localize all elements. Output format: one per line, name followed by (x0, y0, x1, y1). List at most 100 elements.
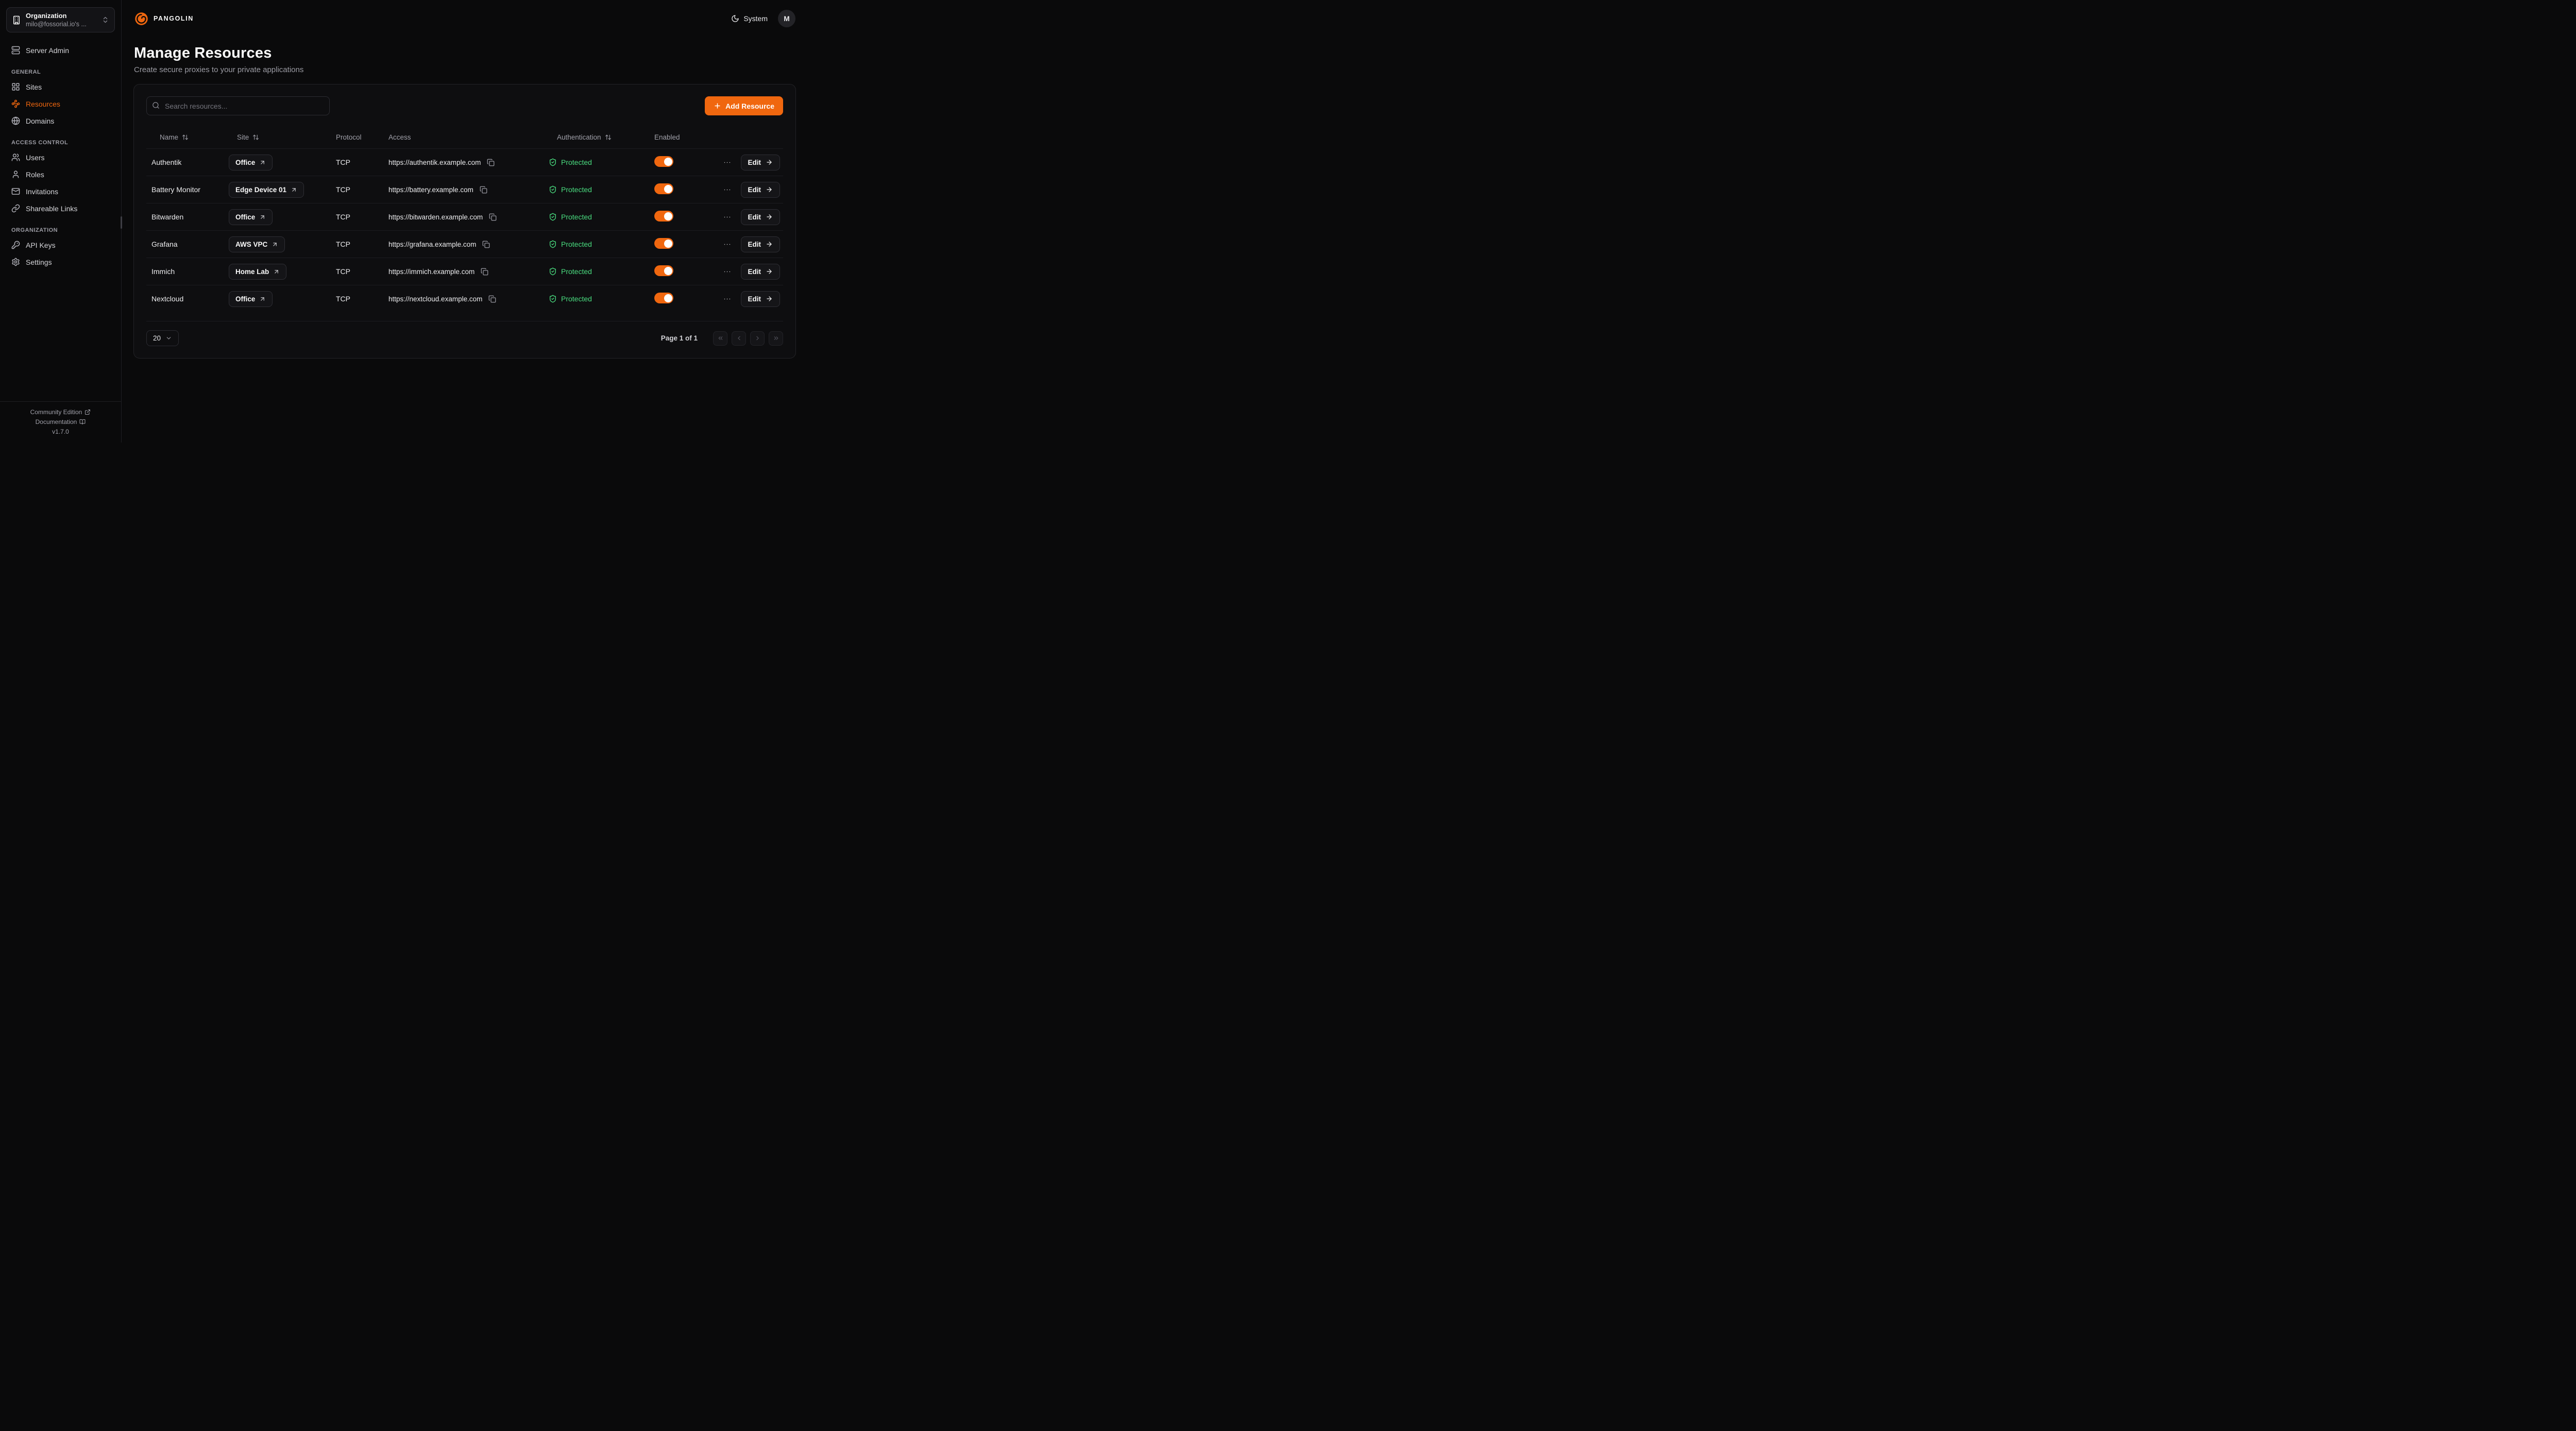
copy-url-button[interactable] (487, 294, 497, 304)
row-menu-button[interactable] (722, 239, 733, 250)
sidebar-resize-handle[interactable] (121, 216, 122, 229)
row-menu-button[interactable] (722, 157, 733, 168)
search-input[interactable] (146, 96, 330, 115)
edit-label: Edit (748, 241, 761, 248)
arrow-right-icon (766, 159, 773, 166)
site-label: AWS VPC (235, 241, 267, 248)
org-selector[interactable]: Organization milo@fossorial.io's ... (6, 7, 115, 32)
sidebar-item-sites[interactable]: Sites (6, 78, 115, 95)
row-menu-button[interactable] (722, 184, 733, 195)
auth-badge: Protected (549, 295, 654, 303)
sidebar-item-resources[interactable]: Resources (6, 95, 115, 112)
copy-url-button[interactable] (481, 240, 491, 249)
site-link-button[interactable]: Home Lab (229, 264, 286, 280)
protocol-value: TCP (336, 185, 388, 194)
site-link-button[interactable]: Office (229, 155, 273, 171)
copy-url-button[interactable] (479, 185, 488, 195)
shield-check-icon (549, 295, 557, 303)
add-resource-button[interactable]: Add Resource (705, 96, 783, 115)
row-menu-button[interactable] (722, 294, 733, 304)
gear-icon (11, 258, 20, 266)
pagination: Page 1 of 1 (661, 331, 783, 346)
column-label: Protocol (336, 133, 362, 141)
copy-url-button[interactable] (486, 158, 496, 167)
edit-button[interactable]: Edit (741, 264, 781, 280)
enabled-toggle[interactable] (654, 211, 673, 222)
chevron-right-icon (754, 335, 761, 342)
edit-button[interactable]: Edit (741, 209, 781, 225)
arrow-right-icon (766, 186, 773, 193)
page-header: Manage Resources Create secure proxies t… (122, 31, 808, 74)
table-header: Name Site Protocol Access Authentication (146, 126, 783, 148)
column-header-protocol: Protocol (336, 133, 388, 141)
sidebar-item-users[interactable]: Users (6, 149, 115, 166)
column-header-access: Access (388, 133, 549, 141)
sidebar-item-server-admin[interactable]: Server Admin (6, 42, 115, 59)
section-label-access-control: ACCESS CONTROL (11, 140, 110, 146)
column-label: Site (237, 133, 249, 141)
site-link-button[interactable]: Edge Device 01 (229, 182, 304, 198)
sidebar-item-label: Settings (26, 258, 52, 266)
page-size-select[interactable]: 20 (146, 330, 179, 346)
theme-toggle-button[interactable]: System (731, 14, 768, 23)
page-title: Manage Resources (134, 45, 795, 62)
access-url: https://battery.example.com (388, 186, 473, 194)
enabled-toggle[interactable] (654, 156, 673, 167)
sidebar-item-settings[interactable]: Settings (6, 253, 115, 270)
documentation-link[interactable]: Documentation (36, 418, 86, 425)
column-header-name[interactable]: Name (146, 133, 229, 141)
resource-name: Authentik (146, 158, 229, 166)
next-page-button[interactable] (750, 331, 765, 346)
sidebar-item-roles[interactable]: Roles (6, 166, 115, 183)
edit-button[interactable]: Edit (741, 182, 781, 198)
sidebar-item-label: Shareable Links (26, 205, 77, 213)
resource-name: Grafana (146, 240, 229, 248)
first-page-button[interactable] (713, 331, 727, 346)
building-icon (12, 15, 21, 25)
edit-button[interactable]: Edit (741, 155, 781, 171)
last-page-button[interactable] (769, 331, 783, 346)
globe-icon (11, 116, 20, 125)
enabled-toggle[interactable] (654, 293, 673, 303)
sidebar-item-invitations[interactable]: Invitations (6, 183, 115, 200)
key-icon (11, 241, 20, 249)
edit-button[interactable]: Edit (741, 291, 781, 307)
sidebar-item-domains[interactable]: Domains (6, 112, 115, 129)
enabled-toggle[interactable] (654, 265, 673, 276)
user-avatar[interactable]: M (778, 10, 795, 27)
documentation-label: Documentation (36, 418, 77, 425)
community-edition-link[interactable]: Community Edition (30, 408, 91, 416)
copy-url-button[interactable] (480, 267, 489, 277)
arrow-right-icon (766, 295, 773, 302)
site-link-button[interactable]: Office (229, 291, 273, 307)
copy-icon (488, 295, 496, 303)
app-root: Organization milo@fossorial.io's ... Ser… (0, 0, 808, 442)
column-header-site[interactable]: Site (229, 133, 336, 141)
sidebar-item-shareable-links[interactable]: Shareable Links (6, 200, 115, 217)
sidebar-item-label: Resources (26, 100, 60, 108)
book-icon (79, 419, 86, 425)
row-menu-button[interactable] (722, 212, 733, 223)
topbar-right: System M (731, 10, 795, 27)
site-link-button[interactable]: Office (229, 209, 273, 225)
copy-url-button[interactable] (488, 212, 498, 222)
arrow-up-right-icon (273, 268, 280, 275)
chevrons-up-down-icon (101, 16, 109, 24)
sidebar-item-api-keys[interactable]: API Keys (6, 236, 115, 253)
enabled-toggle[interactable] (654, 183, 673, 194)
column-label: Enabled (654, 133, 680, 141)
external-link-icon (84, 409, 91, 415)
site-link-button[interactable]: AWS VPC (229, 236, 285, 252)
brand-logo-link[interactable]: PANGOLIN (134, 11, 194, 26)
table-footer: 20 Page 1 of 1 (146, 321, 783, 346)
main-content: PANGOLIN System M Manage Resources Creat… (122, 0, 808, 442)
edit-button[interactable]: Edit (741, 236, 781, 252)
enabled-toggle[interactable] (654, 238, 673, 249)
page-size-value: 20 (153, 334, 161, 342)
previous-page-button[interactable] (732, 331, 746, 346)
shield-check-icon (549, 185, 557, 194)
ellipsis-icon (723, 240, 732, 249)
access-url: https://immich.example.com (388, 268, 474, 276)
row-menu-button[interactable] (722, 266, 733, 277)
column-header-authentication[interactable]: Authentication (549, 133, 654, 141)
